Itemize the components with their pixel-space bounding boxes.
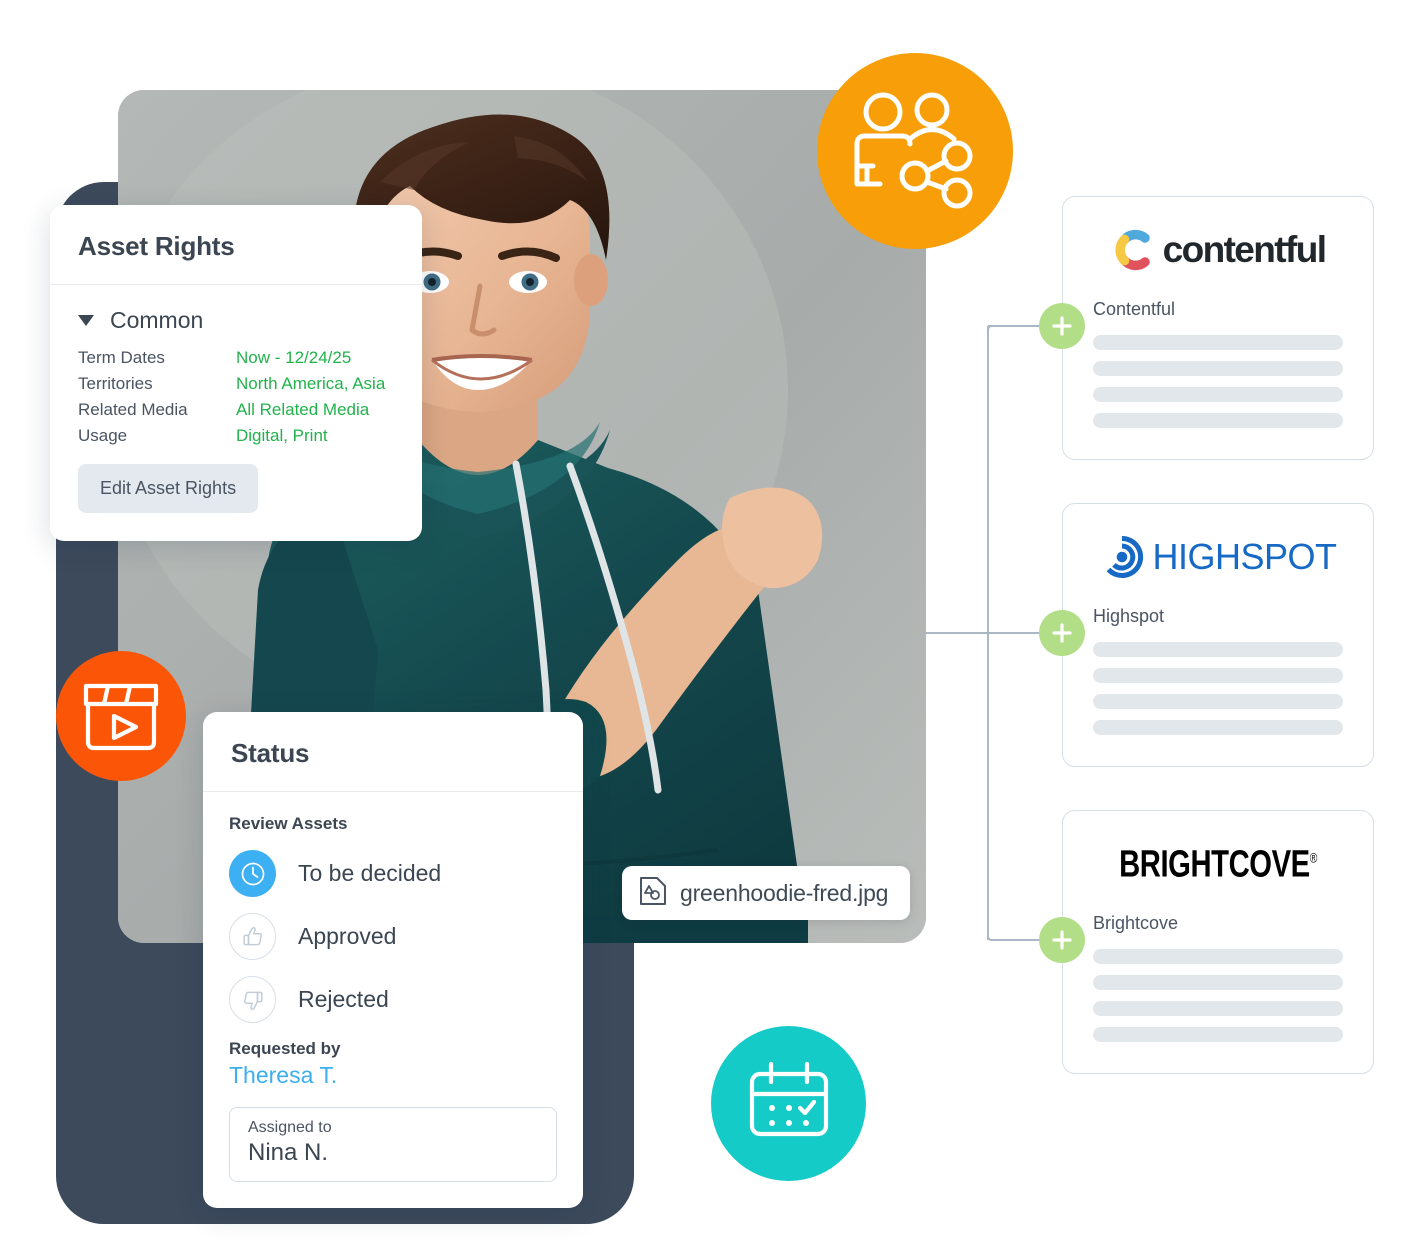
status-header: Status (203, 712, 583, 792)
requested-by-label: Requested by (229, 1039, 341, 1058)
skeleton-row (1093, 387, 1343, 402)
asset-rights-key: Territories (78, 374, 153, 393)
asset-rights-body: Common Term Dates Now - 12/24/25 Territo… (50, 285, 422, 541)
status-title: Status (231, 738, 310, 768)
asset-rights-key: Term Dates (78, 348, 165, 367)
table-row: Usage Digital, Print (78, 426, 394, 446)
add-brightcove-button[interactable] (1039, 917, 1085, 963)
asset-rights-value: North America, Asia (236, 374, 386, 393)
asset-rights-group-label: Common (110, 307, 204, 333)
asset-filename-badge[interactable]: greenhoodie-fred.jpg (622, 866, 911, 920)
integration-title: Brightcove (1093, 913, 1179, 933)
asset-rights-group-common[interactable]: Common (78, 307, 394, 334)
table-row: Territories North America, Asia (78, 374, 394, 394)
thumbs-down-icon[interactable] (229, 976, 276, 1023)
edit-asset-rights-button[interactable]: Edit Asset Rights (78, 464, 259, 513)
assigned-to-value: Nina N. (248, 1139, 329, 1166)
status-option-label: Rejected (298, 986, 389, 1012)
video-clapperboard-icon[interactable] (56, 651, 186, 781)
integration-title: Contentful (1093, 299, 1176, 319)
clock-icon[interactable] (229, 850, 276, 897)
asset-rights-title: Asset Rights (78, 231, 235, 261)
table-row: Term Dates Now - 12/24/25 (78, 348, 394, 368)
table-row: Related Media All Related Media (78, 400, 394, 420)
integration-title: Highspot (1093, 606, 1165, 626)
calendar-check-icon[interactable] (711, 1026, 866, 1181)
skeleton-row (1093, 1001, 1343, 1016)
skeleton-row (1093, 1027, 1343, 1042)
brightcove-logo: BRIGHTCOVE® (1093, 837, 1343, 891)
asset-rights-value: Digital, Print (236, 426, 328, 445)
add-highspot-button[interactable] (1039, 610, 1085, 656)
status-option-to-be-decided[interactable]: To be decided (229, 850, 557, 897)
add-contentful-button[interactable] (1039, 303, 1085, 349)
integration-card-highspot[interactable]: HIGHSPOT Highspot (1062, 503, 1374, 767)
skeleton-row (1093, 949, 1343, 964)
status-option-rejected[interactable]: Rejected (229, 976, 557, 1023)
share-people-icon[interactable] (817, 53, 1013, 249)
asset-rights-rows: Term Dates Now - 12/24/25 Territories No… (78, 348, 394, 446)
asset-rights-key: Usage (78, 426, 128, 445)
status-option-label: To be decided (298, 860, 442, 886)
integration-card-brightcove[interactable]: BRIGHTCOVE® Brightcove (1062, 810, 1374, 1074)
asset-filename-text: greenhoodie-fred.jpg (680, 879, 889, 906)
asset-rights-panel: Asset Rights Common Term Dates Now - 12/… (50, 205, 422, 541)
status-body: Review Assets To be decided Approved Rej… (203, 792, 583, 1208)
asset-rights-value: Now - 12/24/25 (236, 348, 352, 367)
skeleton-row (1093, 975, 1343, 990)
asset-rights-value: All Related Media (236, 400, 370, 419)
requested-by-value[interactable]: Theresa T. (229, 1062, 557, 1089)
asset-shapes-icon (639, 876, 667, 911)
skeleton-row (1093, 668, 1343, 683)
composition-stage: greenhoodie-fred.jpg Asset Rights Common… (0, 0, 1407, 1250)
review-assets-label: Review Assets (229, 814, 348, 833)
plus-icon (1052, 623, 1072, 643)
thumbs-up-icon[interactable] (229, 913, 276, 960)
asset-rights-header: Asset Rights (50, 205, 422, 285)
skeleton-row (1093, 335, 1343, 350)
skeleton-row (1093, 720, 1343, 735)
plus-icon (1052, 930, 1072, 950)
caret-down-icon[interactable] (78, 315, 94, 326)
assigned-to-label: Assigned to (248, 1119, 332, 1136)
highspot-wordmark: HIGHSPOT (1152, 536, 1337, 577)
skeleton-row (1093, 361, 1343, 376)
assigned-to-field[interactable]: Assigned to Nina N. (229, 1107, 557, 1182)
contentful-wordmark: contentful (1162, 229, 1327, 270)
highspot-logo: HIGHSPOT (1093, 530, 1343, 584)
skeleton-row (1093, 413, 1343, 428)
status-panel: Status Review Assets To be decided Appro… (203, 712, 583, 1208)
asset-rights-key: Related Media (78, 400, 188, 419)
brightcove-wordmark: BRIGHTCOVE® (1119, 842, 1317, 885)
status-option-approved[interactable]: Approved (229, 913, 557, 960)
skeleton-row (1093, 642, 1343, 657)
integration-card-contentful[interactable]: contentful Contentful (1062, 196, 1374, 460)
contentful-logo: contentful (1093, 223, 1343, 277)
skeleton-row (1093, 694, 1343, 709)
status-option-label: Approved (298, 923, 397, 949)
plus-icon (1052, 316, 1072, 336)
